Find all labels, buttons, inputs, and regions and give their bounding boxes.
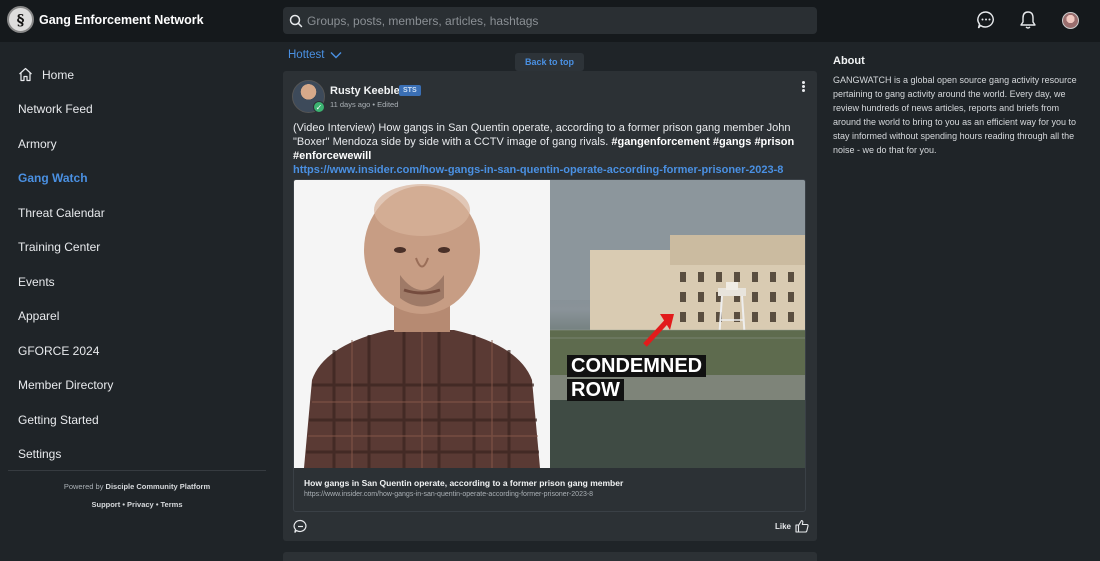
link-preview[interactable]: CONDEMNED ROW How gangs in San Quentin o…: [293, 179, 806, 512]
terms-link[interactable]: Terms: [161, 500, 183, 509]
thumbs-up-icon: [795, 519, 809, 533]
app-name[interactable]: Gang Enforcement Network: [39, 13, 204, 27]
bell-icon[interactable]: [1019, 10, 1037, 30]
sidebar-item-label: Armory: [18, 137, 57, 151]
sidebar-item-armory[interactable]: Armory: [18, 137, 57, 151]
about-heading: About: [833, 55, 865, 67]
preview-image-prison: CONDEMNED ROW: [550, 180, 805, 468]
sidebar-item-threat-calendar[interactable]: Threat Calendar: [18, 206, 105, 220]
chat-icon[interactable]: [976, 10, 996, 30]
sort-label: Hottest: [288, 49, 325, 61]
sidebar-item-label: Member Directory: [18, 378, 114, 392]
like-button[interactable]: Like: [775, 519, 809, 533]
app-logo[interactable]: §: [7, 6, 34, 33]
post-meta: 11 days ago • Edited: [330, 100, 398, 109]
verified-check-icon: ✓: [313, 101, 325, 113]
sidebar-item-label: Training Center: [18, 240, 101, 254]
sidebar-item-label: Getting Started: [18, 413, 99, 427]
post-card: ✓ Rusty Keeble STS 11 days ago • Edited …: [283, 71, 817, 541]
preview-url[interactable]: https://www.insider.com/how-gangs-in-san…: [304, 491, 593, 498]
author-badge: STS: [399, 85, 421, 96]
chevron-down-icon: [330, 52, 342, 59]
preview-title[interactable]: How gangs in San Quentin operate, accord…: [304, 478, 623, 488]
footer-links: Support • Privacy • Terms: [8, 500, 266, 509]
profile-avatar[interactable]: [1062, 12, 1079, 29]
about-panel: About GANGWATCH is a global open source …: [833, 55, 1087, 157]
overlay-line2: ROW: [567, 379, 624, 401]
sidebar-item-label: Gang Watch: [18, 171, 88, 185]
home-icon: [19, 67, 32, 82]
next-post-card: [283, 552, 817, 561]
sidebar-item-apparel[interactable]: Apparel: [18, 309, 59, 323]
preview-image-interviewee: [294, 180, 550, 468]
edited-label: Edited: [377, 100, 399, 109]
sidebar-item-label: Threat Calendar: [18, 206, 105, 220]
about-body: GANGWATCH is a global open source gang a…: [833, 75, 1077, 155]
sidebar-item-getting-started[interactable]: Getting Started: [18, 413, 99, 427]
powered-prefix: Powered by: [63, 482, 106, 491]
sort-dropdown[interactable]: Hottest: [288, 49, 343, 61]
sidebar-item-label: Home: [42, 67, 75, 82]
separator: •: [153, 500, 161, 509]
sidebar-item-settings[interactable]: Settings: [18, 447, 61, 461]
overlay-line1: CONDEMNED: [567, 355, 707, 377]
sidebar-item-home[interactable]: Home: [18, 67, 74, 82]
search-bar[interactable]: [283, 7, 817, 34]
sidebar-item-network-feed[interactable]: Network Feed: [18, 102, 93, 116]
like-label: Like: [775, 521, 792, 531]
search-icon: [289, 14, 303, 27]
separator: •: [120, 500, 128, 509]
comment-icon[interactable]: [293, 519, 308, 534]
powered-by: Powered by Disciple Community Platform: [8, 482, 266, 491]
post-link[interactable]: https://www.insider.com/how-gangs-in-san…: [293, 164, 783, 176]
search-input[interactable]: [307, 13, 787, 28]
more-options-icon[interactable]: [800, 80, 806, 94]
sidebar-item-training-center[interactable]: Training Center: [18, 240, 100, 254]
sidebar-item-events[interactable]: Events: [18, 275, 55, 289]
sidebar-item-label: Events: [18, 275, 55, 289]
powered-link[interactable]: Disciple Community Platform: [106, 482, 211, 491]
sidebar-item-label: Network Feed: [18, 102, 93, 116]
sidebar-item-gforce-2024[interactable]: GFORCE 2024: [18, 344, 99, 358]
support-link[interactable]: Support: [91, 500, 120, 509]
top-bar: § Gang Enforcement Network: [0, 0, 1100, 42]
sidebar-item-gang-watch[interactable]: Gang Watch: [18, 171, 88, 185]
sidebar-item-label: Settings: [18, 447, 62, 461]
privacy-link[interactable]: Privacy: [127, 500, 154, 509]
sidebar-divider: [8, 470, 266, 471]
brand[interactable]: § Gang Enforcement Network: [7, 6, 204, 33]
sidebar-item-member-directory[interactable]: Member Directory: [18, 378, 113, 392]
back-to-top-button[interactable]: Back to top: [515, 53, 584, 71]
sidebar-item-label: Apparel: [18, 309, 60, 323]
post-body: (Video Interview) How gangs in San Quent…: [293, 121, 807, 177]
author-name[interactable]: Rusty Keeble: [330, 85, 400, 97]
logo-glyph: §: [16, 10, 25, 29]
sidebar-item-label: GFORCE 2024: [18, 344, 100, 358]
post-time: 11 days ago: [330, 100, 371, 109]
